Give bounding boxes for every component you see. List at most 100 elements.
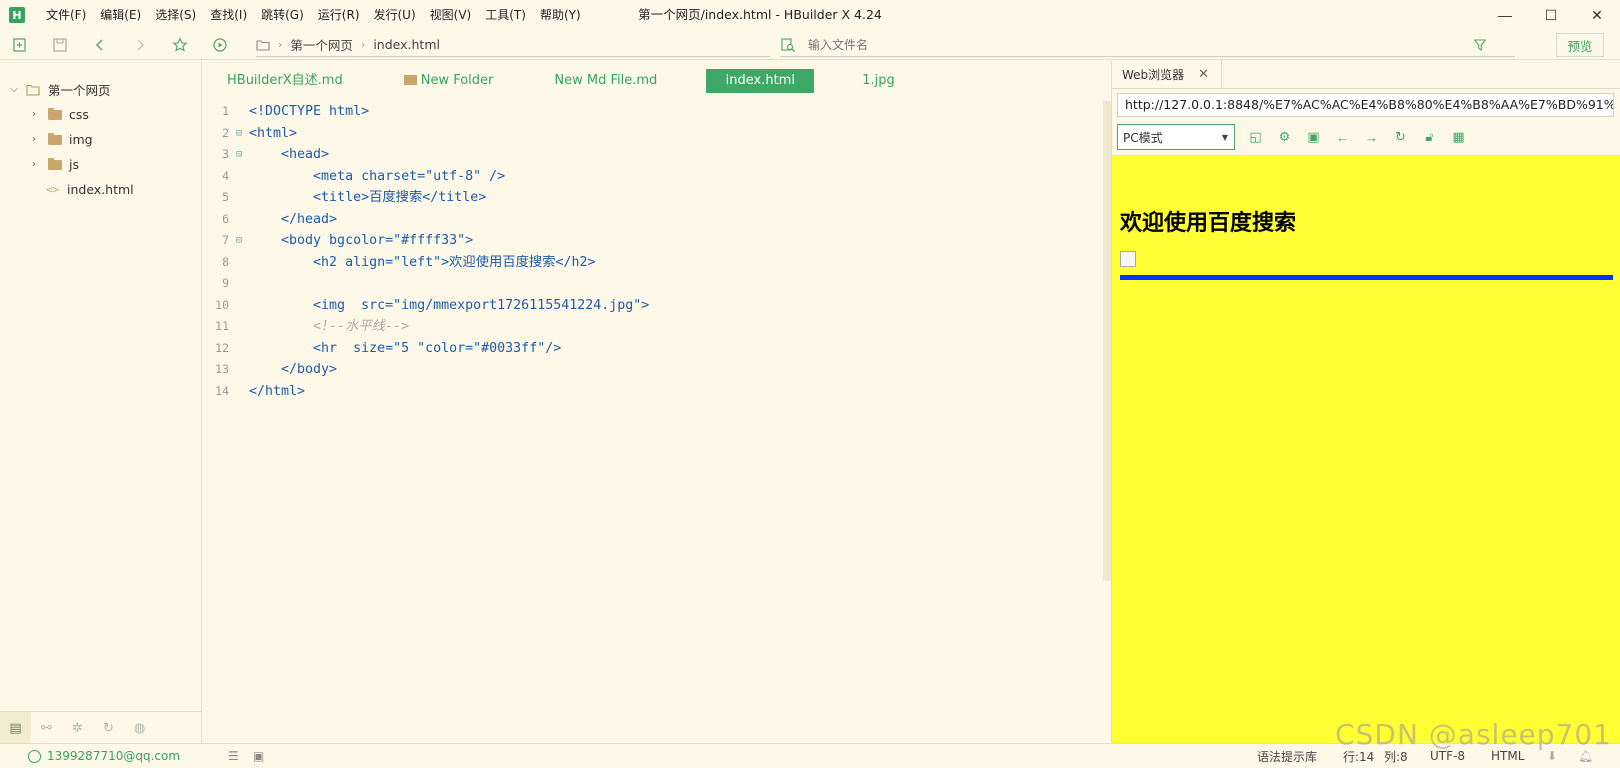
cursor-line[interactable]: 行:14 [1343,748,1374,765]
chevron-down-icon[interactable]: ⌵ [8,84,20,95]
browser-controls: PC模式 ▼ ◱ ⚙ ▣ ← → ↻ 🔓︎ ▦ [1117,124,1473,150]
bug-icon[interactable]: ✲ [62,712,93,743]
back-icon[interactable] [80,31,120,59]
git-icon[interactable]: ↻ [93,712,124,743]
menu-file[interactable]: 文件(F) [39,0,93,30]
project-manager-icon[interactable]: ▤ [0,712,31,743]
menu-find[interactable]: 查找(I) [203,0,254,30]
close-icon[interactable]: ✕ [1574,0,1620,30]
qrcode-icon[interactable]: ▦ [1444,124,1473,150]
folder-icon [48,132,62,145]
tree-item-index-html[interactable]: <> index.html [0,177,201,202]
tab-new-md-file[interactable]: New Md File.md [542,69,669,93]
code-line-text: <body bgcolor="#ffff33"> [249,233,474,248]
code-editor: HBuilderX自述.md New Folder New Md File.md… [203,61,1111,743]
terminal-icon[interactable]: ▣ [253,749,264,763]
editor-scrollbar[interactable] [1103,101,1111,581]
refresh-icon[interactable]: ↻ [1386,124,1415,150]
code-line-text: <!DOCTYPE html> [249,104,370,119]
menu-run[interactable]: 运行(R) [311,0,367,30]
filter-icon[interactable] [1473,38,1487,52]
syntax-library[interactable]: 语法提示库 [1257,748,1317,765]
encoding[interactable]: UTF-8 [1430,749,1465,763]
code-area[interactable]: 1 <!DOCTYPE html> 2 ⊟ <html> 3 ⊟ <head> 4 <m… [203,101,1093,402]
file-search-input[interactable] [808,37,1448,52]
breadcrumb-separator: › [360,38,366,51]
arrow-right-icon[interactable]: → [1357,124,1386,150]
browser-tabs: Web浏览器 ✕ [1112,60,1620,89]
download-icon[interactable]: ⬇ [1547,749,1557,763]
tab-web-browser[interactable]: Web浏览器 ✕ [1112,60,1223,88]
user-account[interactable]: 1399287710@qq.com [28,749,180,763]
bell-icon[interactable]: 🔔︎ [1578,749,1593,763]
fold-toggle-icon[interactable]: ⊟ [229,230,249,252]
menu-goto[interactable]: 跳转(G) [254,0,311,30]
title-bar: H 文件(F) 编辑(E) 选择(S) 查找(I) 跳转(G) 运行(R) 发行… [0,0,1620,30]
tab-index-html[interactable]: index.html [706,69,815,93]
menu-view[interactable]: 视图(V) [423,0,479,30]
gear-icon[interactable]: ⚙ [1270,124,1299,150]
chevron-right-icon[interactable]: › [28,134,40,145]
code-line-text: </head> [249,211,338,227]
tree-project-root[interactable]: ⌵ 第一个网页 [0,77,201,102]
tree-item-label: js [69,157,79,172]
menu-help[interactable]: 帮助(Y) [533,0,588,30]
user-icon [28,749,41,763]
tab-1-jpg[interactable]: 1.jpg [850,69,907,93]
code-line: 1 <!DOCTYPE html> [203,101,1093,123]
run-icon[interactable] [200,31,240,59]
tree-item-js[interactable]: › js [0,152,201,177]
arrow-left-icon[interactable]: ← [1328,124,1357,150]
toolbar: › 第一个网页 › index.html 预览 [0,30,1620,60]
user-email: 1399287710@qq.com [47,749,181,763]
page-heading: 欢迎使用百度搜索 [1120,211,1297,236]
maximize-icon[interactable]: ☐ [1528,0,1574,30]
code-line: 3 ⊟ <head> [203,144,1093,166]
chevron-down-icon: ▼ [1221,132,1228,142]
tab-web-browser-label: Web浏览器 [1122,67,1185,82]
new-file-icon[interactable] [0,31,40,59]
breadcrumb-file[interactable]: index.html [373,37,440,52]
preview-button[interactable]: 预览 [1556,33,1604,57]
horizontal-rule [1120,275,1613,280]
breadcrumb: › 第一个网页 › index.html [256,33,770,57]
menu-tools[interactable]: 工具(T) [478,0,533,30]
chevron-right-icon[interactable]: › [28,109,40,120]
console-icon[interactable]: ▣ [1299,124,1328,150]
code-line: 8 <h2 align="left">欢迎使用百度搜索</h2> [203,252,1093,274]
file-search-box[interactable] [780,33,1515,57]
menu-publish[interactable]: 发行(U) [367,0,423,30]
code-line: 11 <!--水平线--> [203,316,1093,338]
tab-new-folder[interactable]: New Folder [392,69,506,93]
breadcrumb-project[interactable]: 第一个网页 [290,35,353,54]
menu-edit[interactable]: 编辑(E) [93,0,148,30]
menu-select[interactable]: 选择(S) [148,0,203,30]
code-line: 7 ⊟ <body bgcolor="#ffff33"> [203,230,1093,252]
browser-viewport[interactable]: 欢迎使用百度搜索 [1112,155,1620,743]
lock-icon[interactable]: 🔓︎ [1415,124,1444,150]
binoculars-icon[interactable]: ⚯ [31,712,62,743]
code-line-text: <hr size="5 "color="#0033ff"/> [249,340,562,356]
close-icon[interactable]: ✕ [1198,67,1209,82]
hbuilder-logo-icon: H [9,7,25,23]
cursor-column[interactable]: 列:8 [1384,748,1408,765]
tree-item-css[interactable]: › css [0,102,201,127]
save-icon[interactable] [40,31,80,59]
forward-icon[interactable] [120,31,160,59]
star-icon[interactable] [160,31,200,59]
code-line: 2 ⊟ <html> [203,123,1093,145]
fold-toggle-icon[interactable]: ⊟ [229,123,249,145]
fold-toggle-icon[interactable]: ⊟ [229,144,249,166]
tab-readme[interactable]: HBuilderX自述.md [215,69,355,93]
tree-item-img[interactable]: › img [0,127,201,152]
resize-icon[interactable]: ◱ [1241,124,1270,150]
code-line: 6 </head> [203,209,1093,231]
minimize-icon[interactable]: — [1482,0,1528,30]
chevron-right-icon[interactable]: › [28,159,40,170]
folder-icon [48,157,62,170]
language-mode[interactable]: HTML [1491,749,1524,763]
device-mode-select[interactable]: PC模式 ▼ [1117,124,1235,150]
list-icon[interactable]: ☰ [228,749,239,763]
url-input[interactable]: http://127.0.0.1:8848/%E7%AC%AC%E4%B8%80… [1117,93,1614,117]
browser-icon[interactable]: ◍ [124,712,155,743]
